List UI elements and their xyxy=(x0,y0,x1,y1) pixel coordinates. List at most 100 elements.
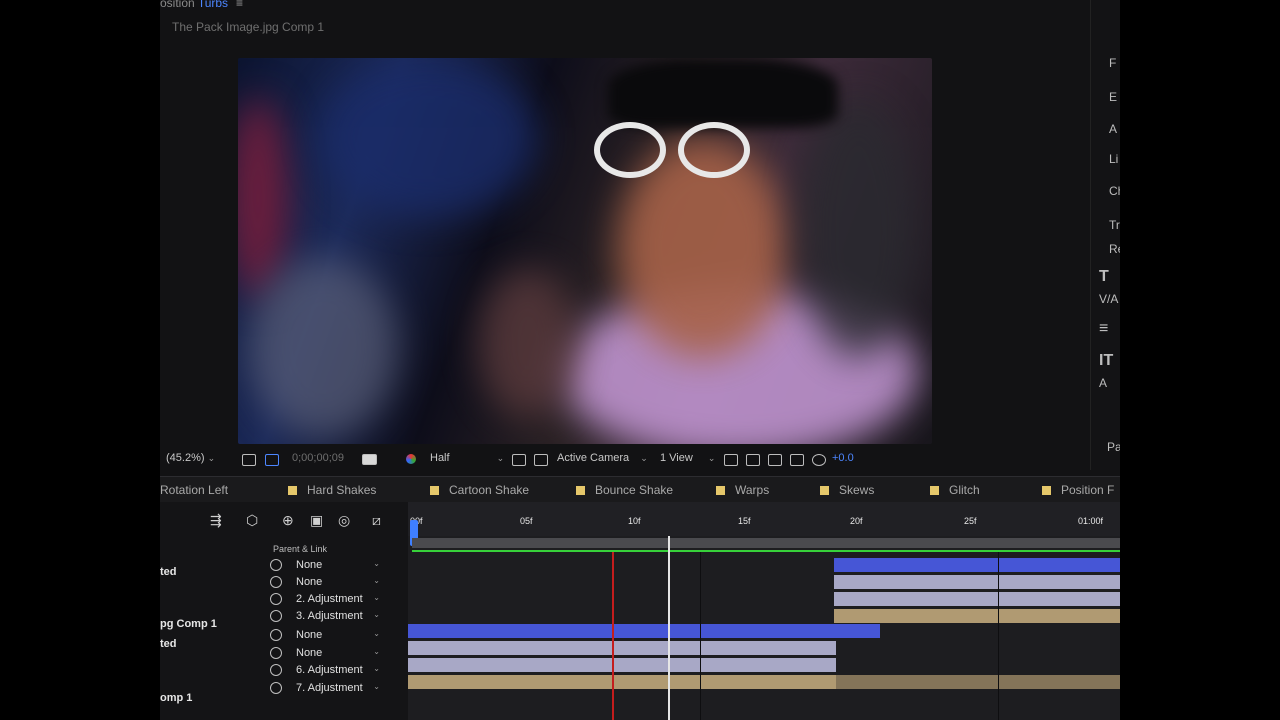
parent-value: None xyxy=(296,629,323,641)
comp-flowchart-icon[interactable]: ⬡ xyxy=(246,512,258,529)
toggle-pixel-aspect-icon[interactable] xyxy=(724,454,738,466)
tab-rotation-left[interactable]: Rotation Left xyxy=(160,483,228,497)
mask-toggle-icon[interactable] xyxy=(265,454,279,466)
side-label: Re xyxy=(1109,242,1120,256)
pick-whip-icon[interactable] xyxy=(270,593,282,605)
tab-cartoon-shake[interactable]: Cartoon Shake xyxy=(430,483,529,497)
grid-icon[interactable] xyxy=(242,454,256,466)
pick-whip-icon[interactable] xyxy=(270,559,282,571)
parent-dropdown[interactable]: None ⌄ xyxy=(270,559,380,575)
ruler-tick: 15f xyxy=(738,516,751,526)
layer-name[interactable]: ted xyxy=(160,638,177,650)
chevron-down-icon: ⌄ xyxy=(373,647,380,656)
tab-hard-shakes[interactable]: Hard Shakes xyxy=(288,483,376,497)
time-ruler[interactable]: 00f 05f 10f 15f 20f 25f 01:00f xyxy=(408,502,1120,536)
parent-dropdown[interactable]: 7. Adjustment ⌄ xyxy=(270,682,380,698)
layer-bar[interactable] xyxy=(408,658,836,672)
panel-title-highlight[interactable]: Turbs xyxy=(198,0,228,10)
kerning-icon[interactable]: V/A xyxy=(1099,292,1118,306)
layer-bar[interactable] xyxy=(834,558,1120,572)
motion-blur-icon[interactable]: ◎ xyxy=(338,512,350,529)
layer-track xyxy=(408,675,1120,689)
layer-name[interactable]: ted xyxy=(160,566,177,578)
work-area-bar[interactable] xyxy=(412,538,1120,548)
layer-bar[interactable] xyxy=(408,641,836,655)
layer-name[interactable]: omp 1 xyxy=(160,692,192,704)
parent-dropdown[interactable]: None ⌄ xyxy=(270,629,380,645)
grid-line xyxy=(700,552,701,720)
parent-dropdown[interactable]: 6. Adjustment ⌄ xyxy=(270,664,380,680)
label-color-swatch xyxy=(288,486,297,495)
layer-track xyxy=(412,575,1120,589)
layer-bar[interactable] xyxy=(834,609,1120,623)
layer-bar[interactable] xyxy=(834,592,1120,606)
tab-glitch[interactable]: Glitch xyxy=(930,483,980,497)
layer-bar[interactable] xyxy=(408,675,836,689)
reset-exposure-icon[interactable] xyxy=(812,454,826,466)
current-time-indicator[interactable] xyxy=(668,536,670,720)
fast-previews-icon[interactable] xyxy=(746,454,760,466)
parent-value: 7. Adjustment xyxy=(296,682,363,694)
parent-dropdown[interactable]: None ⌄ xyxy=(270,647,380,663)
pick-whip-icon[interactable] xyxy=(270,682,282,694)
draft-3d-icon[interactable]: ⊕ xyxy=(282,512,294,529)
frame-blending-icon[interactable]: ▣ xyxy=(310,512,323,529)
composition-tab[interactable]: The Pack Image.jpg Comp 1 xyxy=(172,20,324,34)
label-color-swatch xyxy=(430,486,439,495)
parent-dropdown[interactable]: 3. Adjustment ⌄ xyxy=(270,610,380,626)
graph-icon[interactable]: ⧄ xyxy=(372,512,381,529)
layer-bar[interactable] xyxy=(834,575,1120,589)
camera-dropdown[interactable]: Active Camera ⌄ xyxy=(557,452,648,464)
paragraph-align-icon[interactable]: ≡ xyxy=(1099,320,1108,338)
timecode[interactable]: 0;00;00;09 xyxy=(292,452,344,464)
marker-line xyxy=(612,552,614,720)
panel-menu-icon[interactable]: ≡ xyxy=(236,0,243,10)
tab-label: Bounce Shake xyxy=(595,483,674,497)
zoom-value: (45.2%) xyxy=(166,452,205,464)
layer-track xyxy=(408,658,1120,672)
tab-skews[interactable]: Skews xyxy=(820,483,874,497)
timeline-layer-panel: ⇶ ⬡ ⊕ ▣ ◎ ⧄ Parent & Link ted pg Comp 1 … xyxy=(160,502,408,720)
channels-icon[interactable] xyxy=(406,454,416,464)
layer-bar[interactable] xyxy=(836,675,1120,689)
side-label: Tr xyxy=(1109,218,1120,232)
graph-editor-icon[interactable]: ⇶ xyxy=(210,512,222,529)
layer-name[interactable]: pg Comp 1 xyxy=(160,618,217,630)
snapshot-camera-icon[interactable] xyxy=(362,454,377,465)
baseline-shift-icon[interactable]: A xyxy=(1099,376,1107,390)
exposure-value[interactable]: +0.0 xyxy=(832,452,854,464)
composition-viewer[interactable] xyxy=(238,58,932,444)
tab-warps[interactable]: Warps xyxy=(716,483,769,497)
zoom-dropdown[interactable]: (45.2%) ⌄ xyxy=(166,452,215,464)
transparency-grid-icon[interactable] xyxy=(534,454,548,466)
viewer-image-sunglasses xyxy=(594,122,754,178)
ruler-tick: 25f xyxy=(964,516,977,526)
font-size-icon[interactable]: T xyxy=(1099,268,1109,286)
vertical-scale-icon[interactable]: IT xyxy=(1099,352,1113,370)
tab-bounce-shake[interactable]: Bounce Shake xyxy=(576,483,673,497)
parent-value: None xyxy=(296,559,323,571)
render-status-bar xyxy=(412,550,1120,552)
chevron-down-icon: ⌄ xyxy=(373,593,380,602)
layer-bar[interactable] xyxy=(408,624,880,638)
timeline-tracks[interactable]: 00f 05f 10f 15f 20f 25f 01:00f xyxy=(408,502,1120,720)
tab-position[interactable]: Position F xyxy=(1042,483,1114,497)
layer-track xyxy=(408,641,1120,655)
parent-dropdown[interactable]: 2. Adjustment ⌄ xyxy=(270,593,380,609)
timeline-icon[interactable] xyxy=(768,454,782,466)
layer-track xyxy=(412,558,1120,572)
panel-title-prefix: osition xyxy=(160,0,198,10)
pick-whip-icon[interactable] xyxy=(270,629,282,641)
pick-whip-icon[interactable] xyxy=(270,610,282,622)
pick-whip-icon[interactable] xyxy=(270,647,282,659)
pick-whip-icon[interactable] xyxy=(270,576,282,588)
flowchart-icon[interactable] xyxy=(790,454,804,466)
views-dropdown[interactable]: 1 View ⌄ xyxy=(660,452,715,464)
chevron-down-icon: ⌄ xyxy=(707,453,716,463)
tab-label: Skews xyxy=(839,483,875,497)
pick-whip-icon[interactable] xyxy=(270,664,282,676)
parent-dropdown[interactable]: None ⌄ xyxy=(270,576,380,592)
layer-track xyxy=(412,592,1120,606)
region-of-interest-icon[interactable] xyxy=(512,454,526,466)
resolution-dropdown[interactable]: Half ⌄ xyxy=(430,452,504,464)
